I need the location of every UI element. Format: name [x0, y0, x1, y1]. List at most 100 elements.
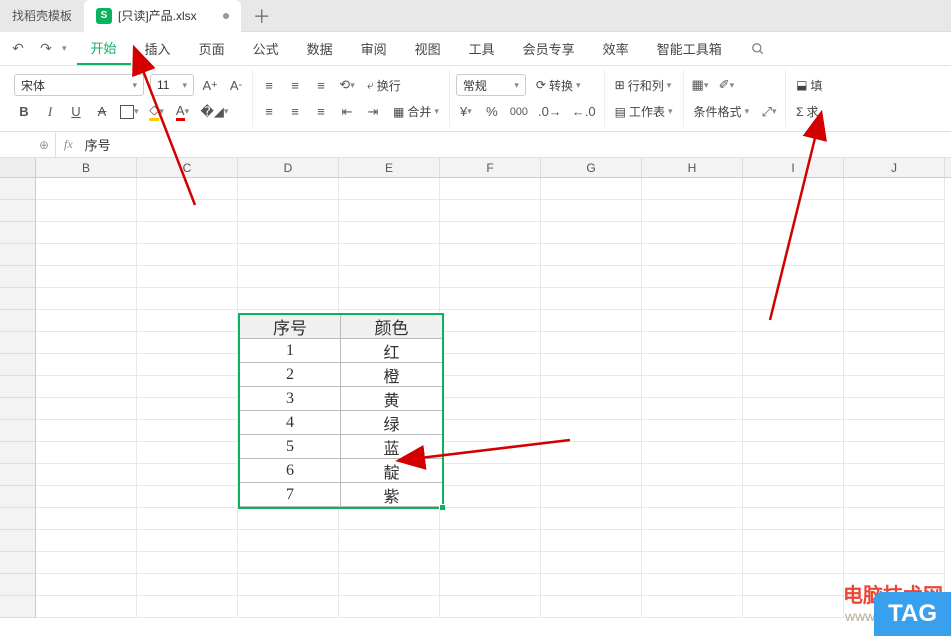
table-header-index[interactable]: 序号 [240, 315, 341, 339]
bold-button[interactable]: B [14, 101, 34, 123]
col-header-b[interactable]: B [36, 158, 137, 177]
grid-rows[interactable] [0, 178, 951, 618]
thousands-button[interactable]: 000 [508, 101, 530, 123]
formula-value[interactable]: 序号 [81, 135, 111, 154]
table-header-color[interactable]: 颜色 [341, 315, 442, 339]
align-bottom-button[interactable]: ≡ [311, 74, 331, 96]
align-left-button[interactable]: ≡ [259, 101, 279, 123]
table-cell[interactable]: 7 [240, 483, 341, 507]
indent-dec-button[interactable]: ⇤ [337, 101, 357, 123]
table-cell[interactable]: 绿 [341, 411, 442, 435]
cell-styles-button[interactable]: ▦▾ [690, 74, 711, 96]
table-cell[interactable]: 6 [240, 459, 341, 483]
convert-button[interactable]: ⟳ 转换 ▾ [532, 74, 585, 96]
undo-button[interactable]: ↶ [6, 37, 30, 61]
selection-handle[interactable] [439, 504, 446, 511]
borders-button[interactable]: ▾ [118, 101, 141, 123]
sigma-icon: Σ [796, 105, 803, 119]
clear-format-button[interactable]: �◢▾ [199, 101, 231, 123]
menu-view[interactable]: 视图 [401, 32, 455, 65]
dec-decimal-button[interactable]: ←.0 [570, 101, 598, 123]
col-header-f[interactable]: F [440, 158, 541, 177]
table-cell[interactable]: 3 [240, 387, 341, 411]
document-tabs: 找稻壳模板 S [只读]产品.xlsx ＋ [0, 0, 951, 32]
sum-button[interactable]: Σ 求 [792, 101, 822, 123]
fill-button[interactable]: ⬓ 填 [792, 74, 826, 96]
menu-page[interactable]: 页面 [185, 32, 239, 65]
worksheet-button[interactable]: ▤ 工作表 ▾ [611, 101, 677, 123]
chevron-down-icon: ▾ [434, 106, 439, 117]
ribbon-number-group: 常规 ▾ ⟳ 转换 ▾ ¥▾ % 000 .0→ ←.0 [450, 70, 605, 127]
rows-cols-button[interactable]: ⊞ 行和列 ▾ [611, 74, 676, 96]
tab-templates[interactable]: 找稻壳模板 [0, 0, 84, 32]
decrease-font-button[interactable]: A- [226, 74, 246, 96]
align-center-button[interactable]: ≡ [285, 101, 305, 123]
chevron-down-icon: ▾ [668, 106, 673, 117]
align-top-button[interactable]: ≡ [259, 74, 279, 96]
select-all-corner[interactable] [0, 158, 36, 177]
orientation-button[interactable]: ⟲▾ [337, 74, 357, 96]
table-cell[interactable]: 5 [240, 435, 341, 459]
indent-inc-button[interactable]: ⇥ [363, 101, 383, 123]
table-cell[interactable]: 红 [341, 339, 442, 363]
currency-button[interactable]: ¥▾ [456, 101, 476, 123]
fx-label[interactable]: fx [56, 137, 81, 152]
col-header-i[interactable]: I [743, 158, 844, 177]
conditional-format-button[interactable]: 条件格式 ▾ [690, 101, 754, 123]
qat-more-icon[interactable]: ▾ [62, 43, 67, 54]
menu-smarttools[interactable]: 智能工具箱 [643, 32, 736, 65]
align-middle-button[interactable]: ≡ [285, 74, 305, 96]
font-name-select[interactable]: 宋体 ▾ [14, 74, 144, 96]
menu-home[interactable]: 开始 [77, 32, 131, 65]
format-painter-button[interactable]: ✐▾ [716, 74, 736, 96]
selected-range[interactable]: 序号 颜色 1红 2橙 3黄 4绿 5蓝 6靛 7紫 [238, 313, 444, 509]
convert-icon: ⟳ [536, 78, 546, 92]
strikethrough-button[interactable]: A [92, 101, 112, 123]
fill-label: 填 [810, 77, 822, 94]
col-header-c[interactable]: C [137, 158, 238, 177]
menu-insert[interactable]: 插入 [131, 32, 185, 65]
table-cell[interactable]: 蓝 [341, 435, 442, 459]
align-right-button[interactable]: ≡ [311, 101, 331, 123]
inc-decimal-button[interactable]: .0→ [536, 101, 564, 123]
redo-button[interactable]: ↷ [34, 37, 58, 61]
italic-button[interactable]: I [40, 101, 60, 123]
table-cell[interactable]: 橙 [341, 363, 442, 387]
fill-color-button[interactable]: ◇▾ [147, 101, 167, 123]
underline-button[interactable]: U [66, 101, 86, 123]
table-cell[interactable]: 靛 [341, 459, 442, 483]
table-cell[interactable]: 黄 [341, 387, 442, 411]
font-size-select[interactable]: 11 ▾ [150, 74, 194, 96]
search-button[interactable] [746, 37, 770, 61]
increase-font-button[interactable]: A+ [200, 74, 220, 96]
col-header-g[interactable]: G [541, 158, 642, 177]
menu-member[interactable]: 会员专享 [509, 32, 589, 65]
table-cell[interactable]: 2 [240, 363, 341, 387]
menu-formula[interactable]: 公式 [239, 32, 293, 65]
expand-button[interactable]: ⤢▾ [759, 101, 779, 123]
wrap-text-button[interactable]: ⤶ 换行 [363, 74, 405, 96]
menu-efficiency[interactable]: 效率 [589, 32, 643, 65]
spreadsheet-icon: S [96, 8, 112, 24]
wrap-label: 换行 [377, 77, 401, 94]
menu-data[interactable]: 数据 [293, 32, 347, 65]
zoom-icon[interactable]: ⊕ [39, 138, 49, 152]
col-header-h[interactable]: H [642, 158, 743, 177]
percent-button[interactable]: % [482, 101, 502, 123]
col-header-d[interactable]: D [238, 158, 339, 177]
tab-active-document[interactable]: S [只读]产品.xlsx [84, 0, 241, 32]
new-tab-button[interactable]: ＋ [241, 3, 283, 29]
col-header-e[interactable]: E [339, 158, 440, 177]
table-cell[interactable]: 紫 [341, 483, 442, 507]
chevron-down-icon: ▾ [667, 80, 672, 91]
number-format-select[interactable]: 常规 ▾ [456, 74, 526, 96]
tab-templates-label: 找稻壳模板 [12, 7, 72, 24]
menu-tools[interactable]: 工具 [455, 32, 509, 65]
table-cell[interactable]: 4 [240, 411, 341, 435]
merge-cells-button[interactable]: ▦ 合并 ▾ [389, 101, 443, 123]
font-color-button[interactable]: A▾ [173, 101, 193, 123]
table-cell[interactable]: 1 [240, 339, 341, 363]
col-header-j[interactable]: J [844, 158, 945, 177]
menu-review[interactable]: 审阅 [347, 32, 401, 65]
sum-label: 求 [807, 103, 819, 120]
